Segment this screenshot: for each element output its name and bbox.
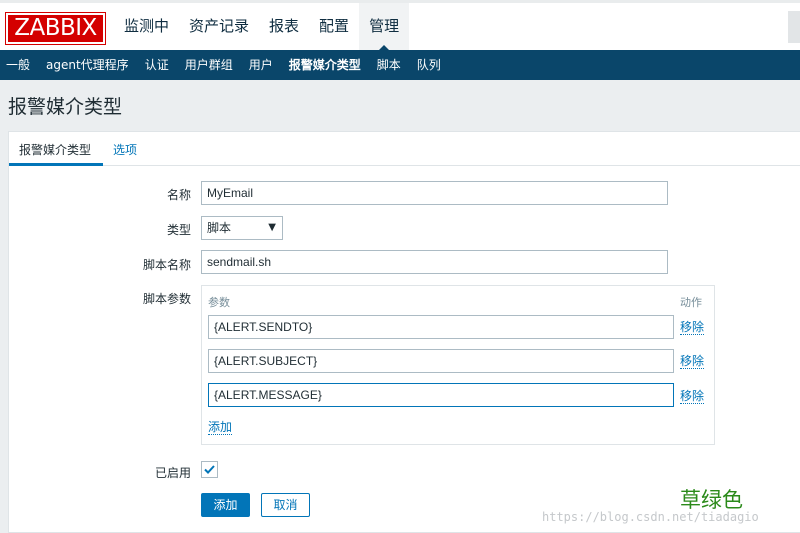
sub-menu-proxies[interactable]: agent代理程序 bbox=[38, 50, 137, 80]
page-title: 报警媒介类型 bbox=[8, 96, 123, 118]
remove-param-2-link[interactable]: 移除 bbox=[680, 354, 705, 369]
sub-menu-media-types[interactable]: 报警媒介类型 bbox=[281, 50, 369, 80]
enabled-label: 已启用 bbox=[154, 466, 191, 480]
type-select[interactable]: 脚本 ▼ bbox=[201, 216, 283, 240]
script-name-label: 脚本名称 bbox=[142, 258, 191, 272]
add-button[interactable]: 添加 bbox=[201, 493, 250, 517]
action-column-header: 动作 bbox=[680, 296, 702, 309]
checkmark-icon bbox=[204, 465, 215, 474]
cancel-button[interactable]: 取消 bbox=[261, 493, 310, 517]
sub-menu-queue[interactable]: 队列 bbox=[409, 50, 449, 80]
tab-options[interactable]: 选项 bbox=[113, 141, 137, 158]
enabled-checkbox[interactable] bbox=[201, 461, 218, 478]
tab-media-type[interactable]: 报警媒介类型 bbox=[19, 141, 91, 158]
watermark-url: https://blog.csdn.net/tiadagio bbox=[542, 510, 759, 524]
name-label: 名称 bbox=[166, 188, 191, 202]
script-params-table: 参数 动作 {ALERT.SENDTO} 移除 {ALERT.SUBJECT} … bbox=[201, 285, 715, 445]
main-menu-monitoring[interactable]: 监测中 bbox=[114, 3, 179, 50]
sub-menu-user-groups[interactable]: 用户群组 bbox=[177, 50, 241, 80]
sub-menu-general[interactable]: 一般 bbox=[0, 50, 38, 80]
main-menu-reports[interactable]: 报表 bbox=[259, 3, 309, 50]
params-column-header: 参数 bbox=[208, 296, 230, 309]
main-menu-inventory[interactable]: 资产记录 bbox=[179, 3, 259, 50]
script-params-label: 脚本参数 bbox=[142, 292, 191, 306]
param-input-1[interactable]: {ALERT.SENDTO} bbox=[208, 315, 674, 339]
remove-param-3-link[interactable]: 移除 bbox=[680, 389, 705, 404]
sub-menu: 一般 agent代理程序 认证 用户群组 用户 报警媒介类型 脚本 队列 bbox=[0, 50, 800, 80]
sub-menu-authentication[interactable]: 认证 bbox=[137, 50, 177, 80]
sub-menu-users[interactable]: 用户 bbox=[241, 50, 281, 80]
main-menu-administration[interactable]: 管理 bbox=[359, 3, 410, 51]
active-tab-underline bbox=[9, 163, 103, 166]
dropdown-arrow-icon: ▼ bbox=[268, 222, 276, 233]
script-name-input[interactable]: sendmail.sh bbox=[201, 250, 668, 274]
form-panel: 报警媒介类型 选项 名称 MyEmail 类型 脚本 ▼ 脚本名称 sendma… bbox=[8, 131, 800, 533]
param-input-3[interactable]: {ALERT.MESSAGE} bbox=[208, 383, 674, 407]
sub-menu-scripts[interactable]: 脚本 bbox=[369, 50, 409, 80]
param-input-2[interactable]: {ALERT.SUBJECT} bbox=[208, 349, 674, 373]
type-label: 类型 bbox=[166, 223, 191, 237]
main-menu: 监测中 资产记录 报表 配置 管理 bbox=[114, 3, 410, 51]
zabbix-logo[interactable]: ZABBIX bbox=[5, 12, 106, 45]
search-box-edge[interactable] bbox=[788, 11, 800, 43]
type-select-value: 脚本 bbox=[207, 221, 232, 235]
main-menu-configuration[interactable]: 配置 bbox=[309, 3, 359, 50]
top-header: ZABBIX 监测中 资产记录 报表 配置 管理 bbox=[0, 0, 800, 51]
name-input[interactable]: MyEmail bbox=[201, 181, 668, 205]
tab-bar: 报警媒介类型 选项 bbox=[9, 132, 800, 166]
add-param-link[interactable]: 添加 bbox=[208, 420, 233, 435]
remove-param-1-link[interactable]: 移除 bbox=[680, 320, 705, 335]
